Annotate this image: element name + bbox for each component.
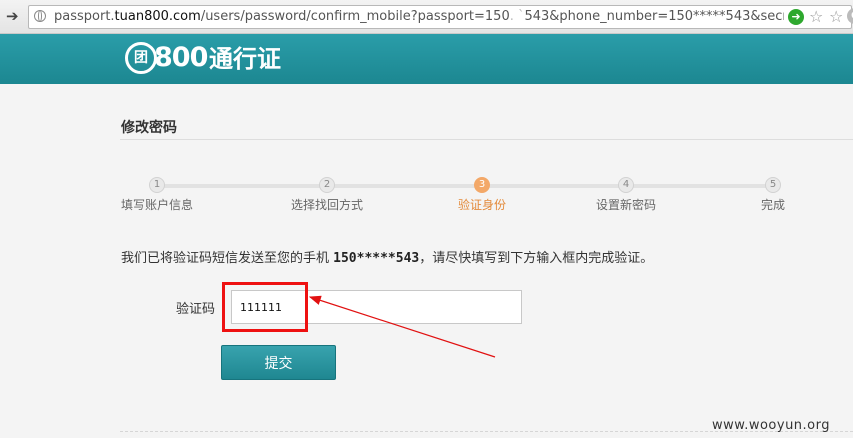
step-4-label: 设置新密码	[595, 198, 657, 212]
step-5-label: 完成	[761, 198, 786, 212]
step-1-label: 填写账户信息	[121, 198, 194, 212]
step-4-dot: 4	[618, 177, 634, 193]
page-star-icon[interactable]: ☆	[829, 7, 843, 26]
verification-code-label: 验证码	[176, 302, 216, 317]
steps-progress-line	[150, 184, 780, 188]
forward-arrow-icon[interactable]: ➔	[6, 8, 22, 24]
url-field[interactable]: passport.tuan800.com/users/password/conf…	[28, 5, 853, 29]
sms-notice: 我们已将验证码短信发送至您的手机 150*****543，请尽快填写到下方输入框…	[121, 251, 654, 266]
step-2-label: 选择找回方式	[290, 198, 364, 212]
bookmark-star-icon[interactable]: ☆	[809, 7, 823, 26]
c-extension-icon[interactable]: C	[847, 8, 853, 24]
step-2-dot: 2	[319, 177, 335, 193]
step-3-dot: 3	[474, 177, 490, 193]
url-text: passport.tuan800.com/users/password/conf…	[54, 9, 784, 24]
site-header: 团 800 通行证	[0, 34, 853, 84]
masked-phone-number: 150*****543	[333, 251, 420, 266]
step-1-dot: 1	[149, 177, 165, 193]
logo-circle: 团	[125, 42, 157, 74]
step-5-dot: 5	[765, 177, 781, 193]
logo-number: 800	[154, 42, 208, 73]
go-arrow-icon[interactable]: ➜	[788, 9, 804, 25]
logo-text: 通行证	[209, 45, 281, 73]
step-3-label: 验证身份	[457, 198, 507, 212]
page-title: 修改密码	[121, 120, 177, 136]
submit-button[interactable]: 提交	[221, 345, 336, 380]
globe-icon	[34, 10, 46, 22]
title-divider	[120, 139, 853, 140]
verification-code-input[interactable]	[231, 290, 522, 324]
watermark-text: www.wooyun.org	[712, 418, 831, 433]
browser-address-bar: ➔ passport.tuan800.com/users/password/co…	[0, 0, 853, 34]
